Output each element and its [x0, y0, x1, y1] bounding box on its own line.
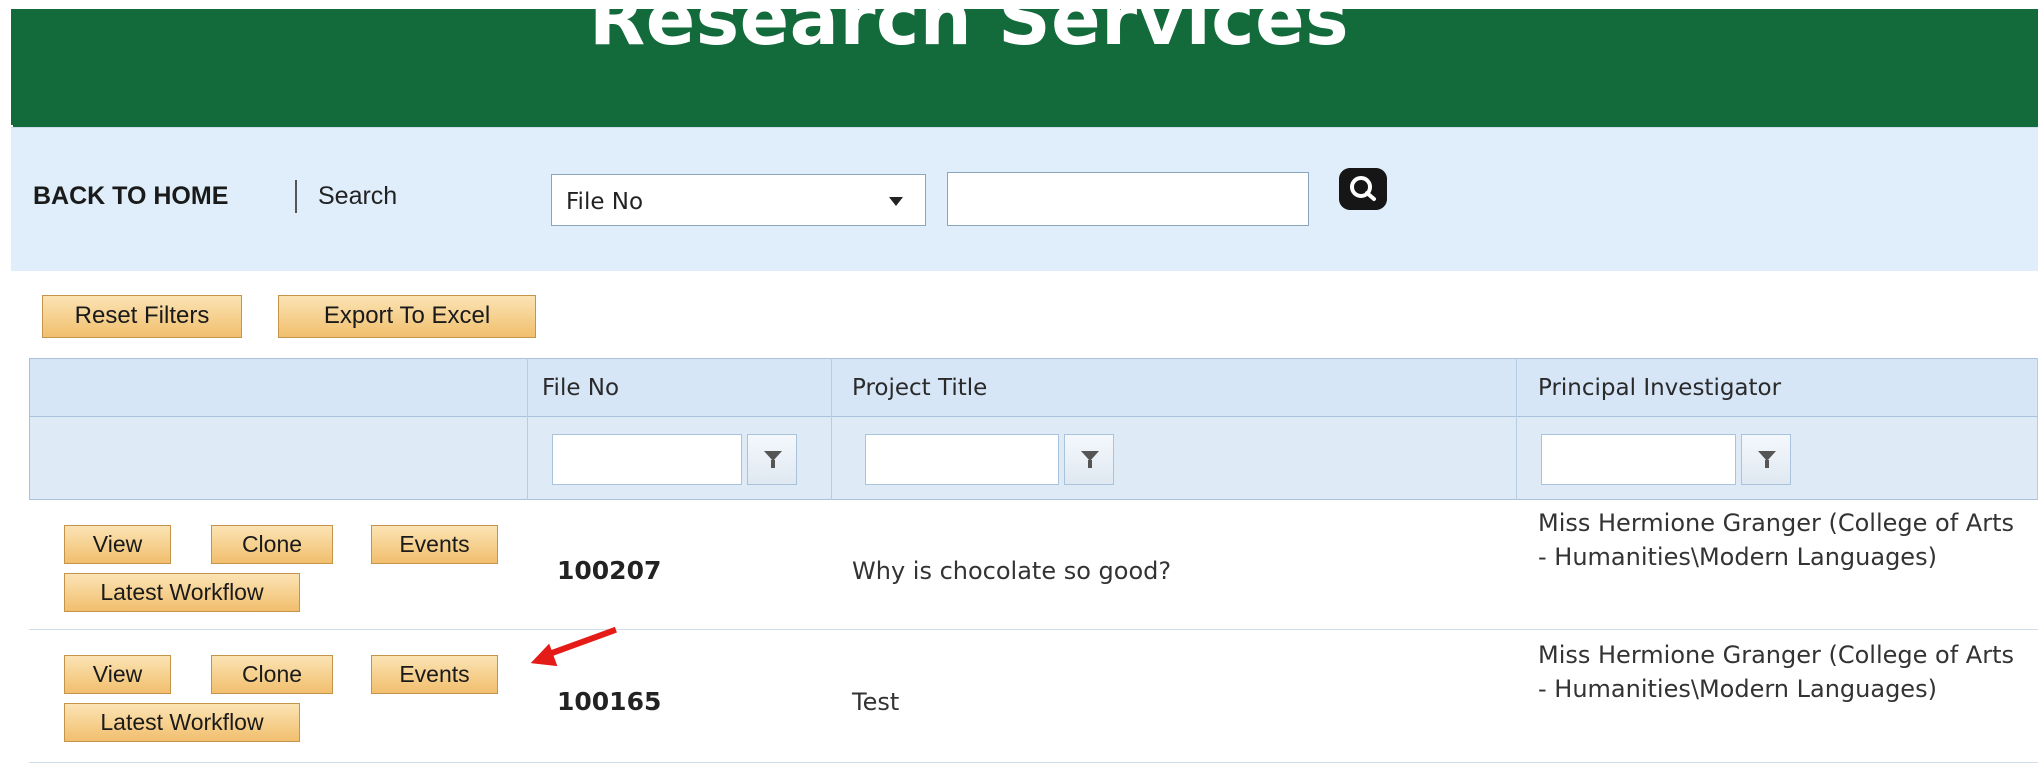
table-row: View Clone Events Latest Workflow 100207… [29, 500, 2038, 630]
nav-separator [295, 180, 297, 213]
clone-button[interactable]: Clone [211, 655, 333, 694]
export-to-excel-button[interactable]: Export To Excel [278, 295, 536, 338]
filter-funnel-icon-stem [1765, 460, 1769, 468]
events-button[interactable]: Events [371, 525, 498, 564]
chevron-down-icon[interactable] [889, 197, 903, 206]
project-title-cell: Test [852, 688, 900, 716]
nav-bar: BACK TO HOME Search File No [11, 127, 2038, 271]
column-header-project-title[interactable]: Project Title [852, 375, 987, 401]
column-header-file-no[interactable]: File No [542, 375, 619, 401]
column-header-principal-investigator[interactable]: Principal Investigator [1538, 375, 1781, 401]
view-button[interactable]: View [64, 525, 171, 564]
search-field-select[interactable]: File No [551, 174, 926, 226]
view-button[interactable]: View [64, 655, 171, 694]
search-label: Search [318, 182, 398, 210]
filter-funnel-icon-stem [771, 460, 775, 468]
search-field-select-value: File No [566, 189, 644, 215]
site-header: Research Services [11, 9, 2038, 127]
table-row: View Clone Events Latest Workflow 100165… [29, 630, 2038, 763]
project-title-filter-button[interactable] [1064, 434, 1114, 485]
latest-workflow-button[interactable]: Latest Workflow [64, 573, 300, 612]
search-input[interactable] [947, 172, 1309, 226]
search-button[interactable] [1339, 168, 1387, 210]
filter-funnel-icon-stem [1088, 460, 1092, 468]
project-title-cell: Why is chocolate so good? [852, 557, 1172, 585]
back-to-home-link[interactable]: BACK TO HOME [33, 182, 228, 211]
file-no-cell: 100207 [557, 556, 662, 585]
file-no-filter-button[interactable] [747, 434, 797, 485]
top-strip [0, 0, 2038, 9]
principal-investigator-cell: Miss Hermione Granger (College of Arts -… [1538, 509, 2014, 571]
pi-filter-button[interactable] [1741, 434, 1791, 485]
principal-investigator-cell: Miss Hermione Granger (College of Arts -… [1538, 641, 2014, 703]
reset-filters-button[interactable]: Reset Filters [42, 295, 242, 338]
latest-workflow-button[interactable]: Latest Workflow [64, 703, 300, 742]
pi-filter-input[interactable] [1541, 434, 1736, 485]
events-button[interactable]: Events [371, 655, 498, 694]
site-title: Research Services [589, 9, 1350, 62]
page-root: Research Services BACK TO HOME Search Fi… [0, 0, 2038, 763]
project-title-filter-input[interactable] [865, 434, 1059, 485]
file-no-filter-input[interactable] [552, 434, 742, 485]
clone-button[interactable]: Clone [211, 525, 333, 564]
results-grid: File No Project Title Principal Investig… [29, 358, 2038, 763]
file-no-cell: 100165 [557, 687, 662, 716]
search-icon[interactable] [1339, 168, 1387, 210]
